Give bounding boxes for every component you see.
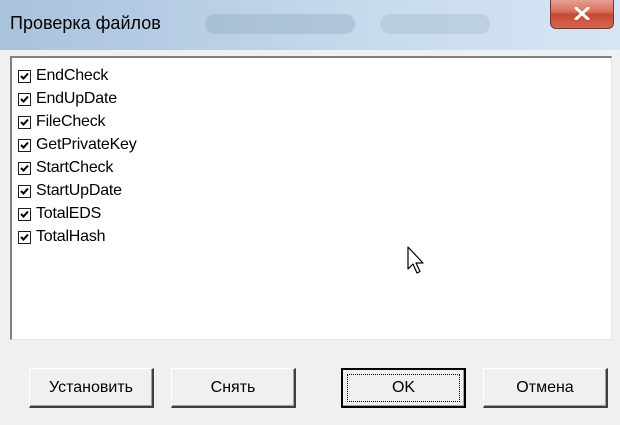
checkbox[interactable] — [18, 69, 31, 83]
ok-button[interactable]: OK — [341, 368, 466, 408]
checkmark-icon — [20, 210, 29, 218]
mouse-cursor-icon — [407, 246, 424, 274]
checkbox[interactable] — [18, 230, 31, 244]
close-icon — [574, 7, 590, 20]
list-item[interactable]: EndUpDate — [18, 88, 117, 110]
list-item[interactable]: TotalEDS — [18, 203, 101, 225]
checkmark-icon — [20, 95, 29, 103]
clear-all-button-label: Снять — [210, 378, 256, 396]
dialog-body: EndCheck EndUpDate FileCheck GetPrivateK… — [8, 50, 620, 425]
checkmark-icon — [20, 233, 29, 241]
list-item-label: FileCheck — [36, 113, 106, 130]
cancel-button[interactable]: Отмена — [483, 368, 608, 408]
ok-button-label: OK — [391, 379, 416, 396]
checkmark-icon — [20, 72, 29, 80]
list-item-label: StartUpDate — [36, 182, 122, 199]
list-item-label: TotalHash — [36, 228, 106, 245]
checkbox[interactable] — [18, 184, 31, 198]
list-item[interactable]: TotalHash — [18, 226, 106, 248]
list-item[interactable]: GetPrivateKey — [18, 134, 137, 156]
list-item[interactable]: EndCheck — [18, 65, 108, 87]
checkmark-icon — [20, 187, 29, 195]
checkbox[interactable] — [18, 161, 31, 175]
list-item[interactable]: StartCheck — [18, 157, 113, 179]
list-item-label: TotalEDS — [36, 205, 102, 222]
checkbox[interactable] — [18, 138, 31, 152]
title-bar-glass — [380, 14, 490, 34]
close-button[interactable] — [550, 0, 614, 29]
list-item[interactable]: StartUpDate — [18, 180, 122, 202]
list-item[interactable]: FileCheck — [18, 111, 106, 133]
list-item-label: StartCheck — [36, 159, 114, 176]
cancel-button-label: Отмена — [516, 378, 574, 396]
checkbox[interactable] — [18, 207, 31, 221]
checkmark-icon — [20, 141, 29, 149]
list-item-label: EndUpDate — [36, 90, 117, 107]
checkmark-icon — [20, 118, 29, 126]
checkmark-icon — [20, 164, 29, 172]
list-item-label: EndCheck — [36, 67, 109, 84]
title-bar-glass — [205, 14, 355, 34]
file-checklist[interactable]: EndCheck EndUpDate FileCheck GetPrivateK… — [10, 56, 612, 340]
title-bar[interactable]: Проверка файлов — [0, 0, 620, 50]
select-all-button[interactable]: Установить — [29, 368, 154, 408]
clear-all-button[interactable]: Снять — [171, 368, 296, 408]
checkbox[interactable] — [18, 92, 31, 106]
checkbox[interactable] — [18, 115, 31, 129]
window-title: Проверка файлов — [10, 13, 161, 33]
list-item-label: GetPrivateKey — [36, 136, 137, 153]
select-all-button-label: Установить — [49, 378, 133, 396]
dialog-window: Проверка файлов EndCheck EndUpDate FileC… — [0, 0, 620, 425]
